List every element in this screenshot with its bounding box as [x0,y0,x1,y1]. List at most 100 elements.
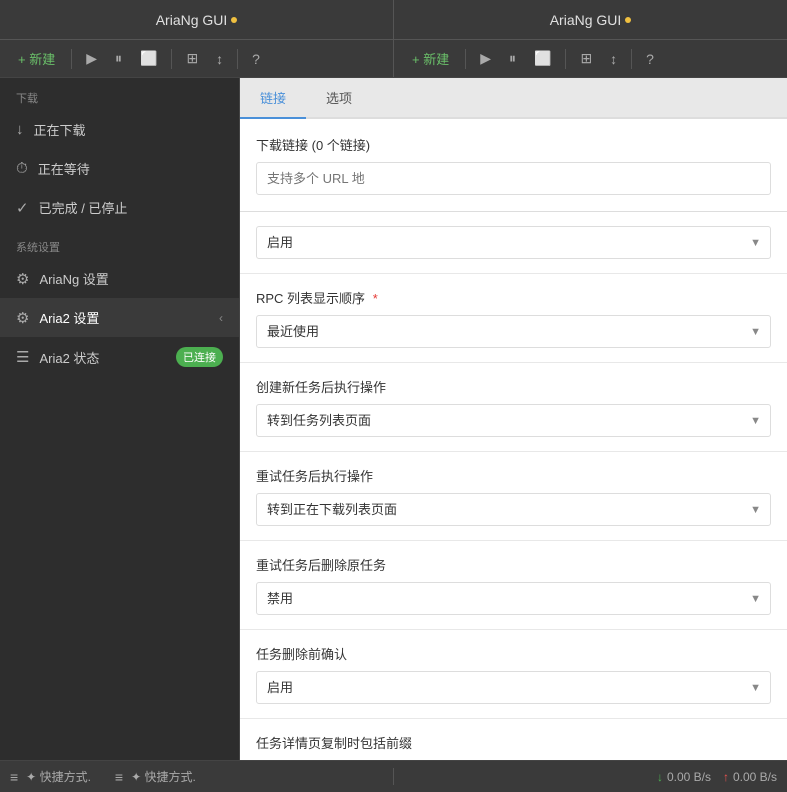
rpc-order-row: RPC 列表显示顺序 * 最近使用 最近添加 手动排序 ▼ [240,274,787,363]
sidebar-item-waiting[interactable]: ⏱ 正在等待 [0,149,239,188]
after-retry-row: 重试任务后执行操作 转到正在下载列表页面 不执行任何操作 ▼ [240,452,787,541]
cog-icon: ⚙ [16,309,29,327]
upload-arrow-icon: ↑ [723,770,729,784]
sep5 [565,49,566,69]
play-button-right[interactable]: ▶ [474,46,497,71]
grid-icon-left: ⊞ [186,50,198,66]
delete-icon-right: ⬜ [534,50,551,66]
title-right: AriaNg GUI [394,0,787,39]
sidebar-item-completed[interactable]: ✓ 已完成 / 已停止 [0,188,239,227]
status-bar: ≡ ✦ 快捷方式. ≡ ✦ 快捷方式. ↓ 0.00 B/s ↑ 0.00 B/… [0,760,787,792]
delete-original-select-wrapper: 禁用 启用 ▼ [256,582,771,615]
link-input[interactable] [256,162,771,195]
delete-icon-left: ⬜ [140,50,157,66]
list-icon: ☰ [16,348,29,366]
shortcut-link-left2[interactable]: ✦ 快捷方式. [131,768,196,785]
new-label-left: + 新建 [18,49,55,68]
link-section-label: 下载链接 (0 个链接) [256,135,771,154]
sidebar-item-aria2-status[interactable]: ☰ Aria2 状态 已连接 [0,337,239,377]
sep2 [171,49,172,69]
sort-button-right[interactable]: ↕ [604,47,623,71]
sort-icon-right: ↕ [610,51,617,67]
help-button-left[interactable]: ? [246,47,266,71]
new-label-right: + 新建 [412,49,449,68]
confirm-delete-select-wrapper: 启用 禁用 ▼ [256,671,771,704]
toolbar-right: + 新建 ▶ ⏸ ⬜ ⊞ ↕ ? [394,40,787,77]
new-button-right[interactable]: + 新建 [404,45,457,72]
after-retry-select-wrapper: 转到正在下载列表页面 不执行任何操作 ▼ [256,493,771,526]
help-icon-right: ? [646,51,654,67]
sep1 [71,49,72,69]
help-button-right[interactable]: ? [640,47,660,71]
main-area: 下载 ↓ 正在下载 ⏱ 正在等待 ✓ 已完成 / 已停止 系统设置 ⚙ Aria… [0,78,787,760]
after-retry-dropdown[interactable]: 转到正在下载列表页面 不执行任何操作 [256,493,771,526]
sidebar-item-aria2-status-label: Aria2 状态 [39,348,99,367]
sep4 [465,49,466,69]
clock-icon: ⏱ [16,160,28,177]
confirm-delete-row: 任务删除前确认 启用 禁用 ▼ [240,630,787,719]
link-section: 下载链接 (0 个链接) [240,119,787,212]
delete-button-left[interactable]: ⬜ [134,46,163,71]
title-left: AriaNg GUI [0,0,394,39]
pause-button-left[interactable]: ⏸ [109,46,128,71]
settings-content: 下载链接 (0 个链接) 启用 禁用 ▼ RPC 列表显示顺序 * [240,119,787,760]
tab-link[interactable]: 链接 [240,78,306,119]
after-new-task-dropdown[interactable]: 转到任务列表页面 不执行任何操作 [256,404,771,437]
sidebar-item-downloading[interactable]: ↓ 正在下载 [0,110,239,149]
delete-button-right[interactable]: ⬜ [528,46,557,71]
rpc-order-label: RPC 列表显示顺序 * [256,288,771,307]
sidebar-item-ariang-settings[interactable]: ⚙ AriaNg 设置 [0,259,239,298]
connected-badge: 已连接 [176,347,223,367]
status-bar-left: ≡ ✦ 快捷方式. ≡ ✦ 快捷方式. [0,768,394,785]
menu-icon-left2[interactable]: ≡ [115,769,123,785]
status-bar-right: ↓ 0.00 B/s ↑ 0.00 B/s [394,770,787,784]
download-arrow-icon: ↓ [657,770,663,784]
right-panel: 链接 选项 下载链接 (0 个链接) 启用 禁用 ▼ [240,78,787,760]
sidebar-item-aria2-settings[interactable]: ⚙ Aria2 设置 ‹ [0,298,239,337]
shortcut-link-left[interactable]: ✦ 快捷方式. [26,768,91,785]
grid-button-left[interactable]: ⊞ [180,46,204,71]
sidebar-item-downloading-label: 正在下载 [34,120,86,139]
check-icon: ✓ [16,199,29,217]
title-bar: AriaNg GUI AriaNg GUI [0,0,787,40]
sort-icon-left: ↕ [216,51,223,67]
required-star: * [373,291,378,306]
play-button-left[interactable]: ▶ [80,46,103,71]
play-icon-right: ▶ [480,50,491,66]
chevron-left-icon: ‹ [219,311,223,325]
include-prefix-label: 任务详情页复制时包括前缀 [256,733,771,752]
title-right-text: AriaNg GUI [550,12,622,28]
menu-icon-left[interactable]: ≡ [10,769,18,785]
grid-button-right[interactable]: ⊞ [574,46,598,71]
sidebar-item-ariang-label: AriaNg 设置 [39,269,108,288]
after-retry-label: 重试任务后执行操作 [256,466,771,485]
delete-original-row: 重试任务后删除原任务 禁用 启用 ▼ [240,541,787,630]
pause-icon-right: ⏸ [509,50,516,66]
speed-down-value: 0.00 B/s [667,770,711,784]
top-select-wrapper: 启用 禁用 ▼ [256,226,771,259]
section-download-label: 下载 [0,78,239,110]
delete-original-dropdown[interactable]: 禁用 启用 [256,582,771,615]
delete-original-label: 重试任务后删除原任务 [256,555,771,574]
tabs-bar: 链接 选项 [240,78,787,119]
sort-button-left[interactable]: ↕ [210,47,229,71]
after-new-task-label: 创建新任务后执行操作 [256,377,771,396]
confirm-delete-dropdown[interactable]: 启用 禁用 [256,671,771,704]
help-icon-left: ? [252,51,260,67]
new-button-left[interactable]: + 新建 [10,45,63,72]
speed-display: ↓ 0.00 B/s ↑ 0.00 B/s [657,770,777,784]
top-dropdown[interactable]: 启用 禁用 [256,226,771,259]
title-dot-right [625,17,631,23]
toolbar: + 新建 ▶ ⏸ ⬜ ⊞ ↕ ? + 新建 ▶ ⏸ [0,40,787,78]
confirm-delete-label: 任务删除前确认 [256,644,771,663]
sidebar-item-completed-label: 已完成 / 已停止 [39,198,128,217]
pause-button-right[interactable]: ⏸ [503,46,522,71]
include-prefix-row: 任务详情页复制时包括前缀 启用 禁用 ▼ [240,719,787,760]
download-icon: ↓ [16,121,24,138]
tab-options[interactable]: 选项 [306,78,372,119]
speed-down-item: ↓ 0.00 B/s [657,770,711,784]
speed-up-value: 0.00 B/s [733,770,777,784]
rpc-order-dropdown[interactable]: 最近使用 最近添加 手动排序 [256,315,771,348]
shortcut-icon-left: ✦ [26,770,36,784]
top-dropdown-row: 启用 禁用 ▼ [240,212,787,274]
